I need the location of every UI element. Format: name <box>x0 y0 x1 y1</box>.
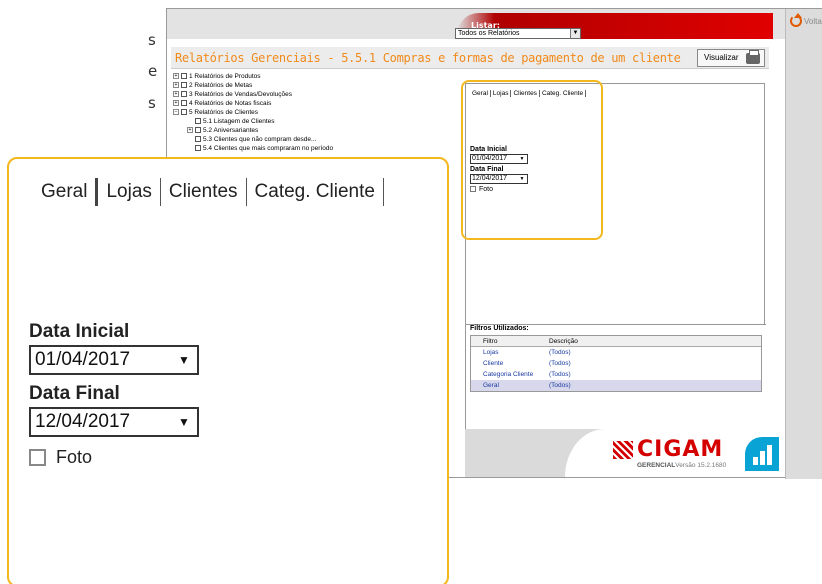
col-filtro-header: Filtro <box>483 338 498 345</box>
tree-item-aniversariantes[interactable]: +5.2 Aniversariantes <box>187 127 258 135</box>
background-text-1: s <box>148 31 156 49</box>
brand-sub-label: GERENCIAL <box>637 462 676 469</box>
tree-item-metas[interactable]: +2 Relatórios de Metas <box>173 82 252 90</box>
bar-chart-icon <box>745 437 779 471</box>
printer-icon <box>746 50 760 64</box>
report-title: Relatórios Gerenciais - 5.5.1 Compras e … <box>175 51 681 65</box>
tree-item-produtos[interactable]: +1 Relatórios de Produtos <box>173 73 261 81</box>
tree-item-label: 5.4 Clientes que mais compraram no perío… <box>203 145 334 152</box>
expand-icon[interactable]: + <box>173 91 179 98</box>
filtro-cell: Lojas <box>483 349 499 356</box>
brand-subtitle: GERENCIALVersão 15.2.1680 <box>637 462 726 469</box>
visualizar-button[interactable]: Visualizar <box>697 49 765 67</box>
data-inicial-value: 01/04/2017 <box>35 349 131 370</box>
background-text-2: e <box>148 62 158 80</box>
collapse-icon[interactable]: − <box>173 109 179 116</box>
filters-header-row: Filtro Descrição <box>471 336 761 347</box>
checkbox[interactable] <box>195 118 201 125</box>
visualizar-label: Visualizar <box>704 53 739 62</box>
zoom-callout: Geral Lojas Clientes Categ. Cliente Data… <box>7 157 449 584</box>
chevron-down-icon[interactable]: ▼ <box>173 349 195 371</box>
tree-item-label: 3 Relatórios de Vendas/Devoluções <box>189 91 292 98</box>
version-label: Versão 15.2.1680 <box>675 462 727 469</box>
descricao-cell: (Todos) <box>549 382 571 389</box>
checkbox[interactable] <box>195 145 201 152</box>
refresh-back-icon[interactable] <box>790 13 802 27</box>
tree-item-notas[interactable]: +4 Relatórios de Notas fiscais <box>173 100 271 108</box>
foto-label: Foto <box>56 447 93 467</box>
report-tree: +1 Relatórios de Produtos +2 Relatórios … <box>173 73 463 165</box>
tree-item-label: 2 Relatórios de Metas <box>189 82 253 89</box>
table-row[interactable]: Geral (Todos) <box>471 380 761 391</box>
right-sidebar: Volta <box>785 9 822 479</box>
foto-checkbox[interactable] <box>29 449 46 466</box>
cigam-logo-icon <box>613 441 633 459</box>
table-row[interactable]: Categoria Cliente (Todos) <box>471 369 761 380</box>
tree-item-listagem[interactable]: 5.1 Listagem de Clientes <box>195 118 275 126</box>
listar-select[interactable]: Todos os Relatórios ▼ <box>455 28 581 39</box>
tree-item-clientes[interactable]: − 5 Relatórios de Clientes <box>173 109 258 117</box>
foto-checkbox-row[interactable]: Foto <box>29 447 199 468</box>
brand-name: CIGAM <box>637 437 724 462</box>
tree-item-label: 5 Relatórios de Clientes <box>189 109 259 116</box>
screenshot-stage: s e s Listar: Todos os Relatórios ▼ Volt… <box>0 0 822 584</box>
tree-item-label: 4 Relatórios de Notas fiscais <box>189 100 272 107</box>
highlight-frame <box>461 80 603 240</box>
expand-icon[interactable]: + <box>187 127 193 134</box>
tree-item-mais-compraram[interactable]: 5.4 Clientes que mais compraram no perío… <box>195 145 333 153</box>
expand-icon[interactable]: + <box>173 82 179 89</box>
chevron-down-icon[interactable]: ▼ <box>173 411 195 433</box>
checkbox[interactable] <box>195 127 201 134</box>
filters-table: Filtro Descrição Lojas (Todos) Cliente (… <box>470 335 762 392</box>
tree-item-label: 5.1 Listagem de Clientes <box>203 118 275 125</box>
tree-item-vendas[interactable]: +3 Relatórios de Vendas/Devoluções <box>173 91 292 99</box>
data-inicial-label: Data Inicial <box>29 321 130 342</box>
filters-title: Filtros Utilizados: <box>470 325 529 332</box>
top-bar: Listar: Todos os Relatórios ▼ <box>167 9 785 39</box>
tab-bar: Geral Lojas Clientes Categ. Cliente <box>33 177 384 207</box>
voltar-label[interactable]: Volta <box>804 17 822 26</box>
data-final-select[interactable]: 12/04/2017 ▼ <box>29 407 199 437</box>
descricao-cell: (Todos) <box>549 360 571 367</box>
footer-brand: CIGAM GERENCIALVersão 15.2.1680 <box>465 429 785 477</box>
descricao-cell: (Todos) <box>549 349 571 356</box>
tree-item-label: 1 Relatórios de Produtos <box>189 73 261 80</box>
table-row[interactable]: Lojas (Todos) <box>471 347 761 358</box>
expand-icon[interactable]: + <box>173 100 179 107</box>
tab-geral[interactable]: Geral <box>33 178 99 206</box>
checkbox[interactable] <box>195 136 201 143</box>
filtro-cell: Geral <box>483 382 499 389</box>
filtro-cell: Categoria Cliente <box>483 371 534 378</box>
tree-item-label: 5.2 Aniversariantes <box>203 127 259 134</box>
background-text-3: s <box>148 94 156 112</box>
filtro-cell: Cliente <box>483 360 504 367</box>
tab-clientes[interactable]: Clientes <box>161 178 247 206</box>
tree-item-nao-compram[interactable]: 5.3 Clientes que não compram desde... <box>195 136 316 144</box>
tree-item-label: 5.3 Clientes que não compram desde... <box>203 136 317 143</box>
checkbox[interactable] <box>181 109 187 116</box>
table-row[interactable]: Cliente (Todos) <box>471 358 761 369</box>
col-descricao-header: Descrição <box>549 338 578 345</box>
expand-icon[interactable]: + <box>173 73 179 80</box>
chevron-down-icon[interactable]: ▼ <box>570 29 580 38</box>
data-inicial-select[interactable]: 01/04/2017 ▼ <box>29 345 199 375</box>
data-final-value: 12/04/2017 <box>35 411 131 432</box>
checkbox[interactable] <box>181 91 187 98</box>
checkbox[interactable] <box>181 82 187 89</box>
tab-lojas[interactable]: Lojas <box>98 178 161 206</box>
date-form: Data Inicial 01/04/2017 ▼ Data Final 12/… <box>29 321 199 468</box>
listar-selected-value: Todos os Relatórios <box>458 30 520 37</box>
tab-categ-cliente[interactable]: Categ. Cliente <box>247 178 384 206</box>
checkbox[interactable] <box>181 100 187 107</box>
report-title-bar: Relatórios Gerenciais - 5.5.1 Compras e … <box>171 47 769 69</box>
descricao-cell: (Todos) <box>549 371 571 378</box>
data-final-label: Data Final <box>29 383 120 404</box>
checkbox[interactable] <box>181 73 187 80</box>
